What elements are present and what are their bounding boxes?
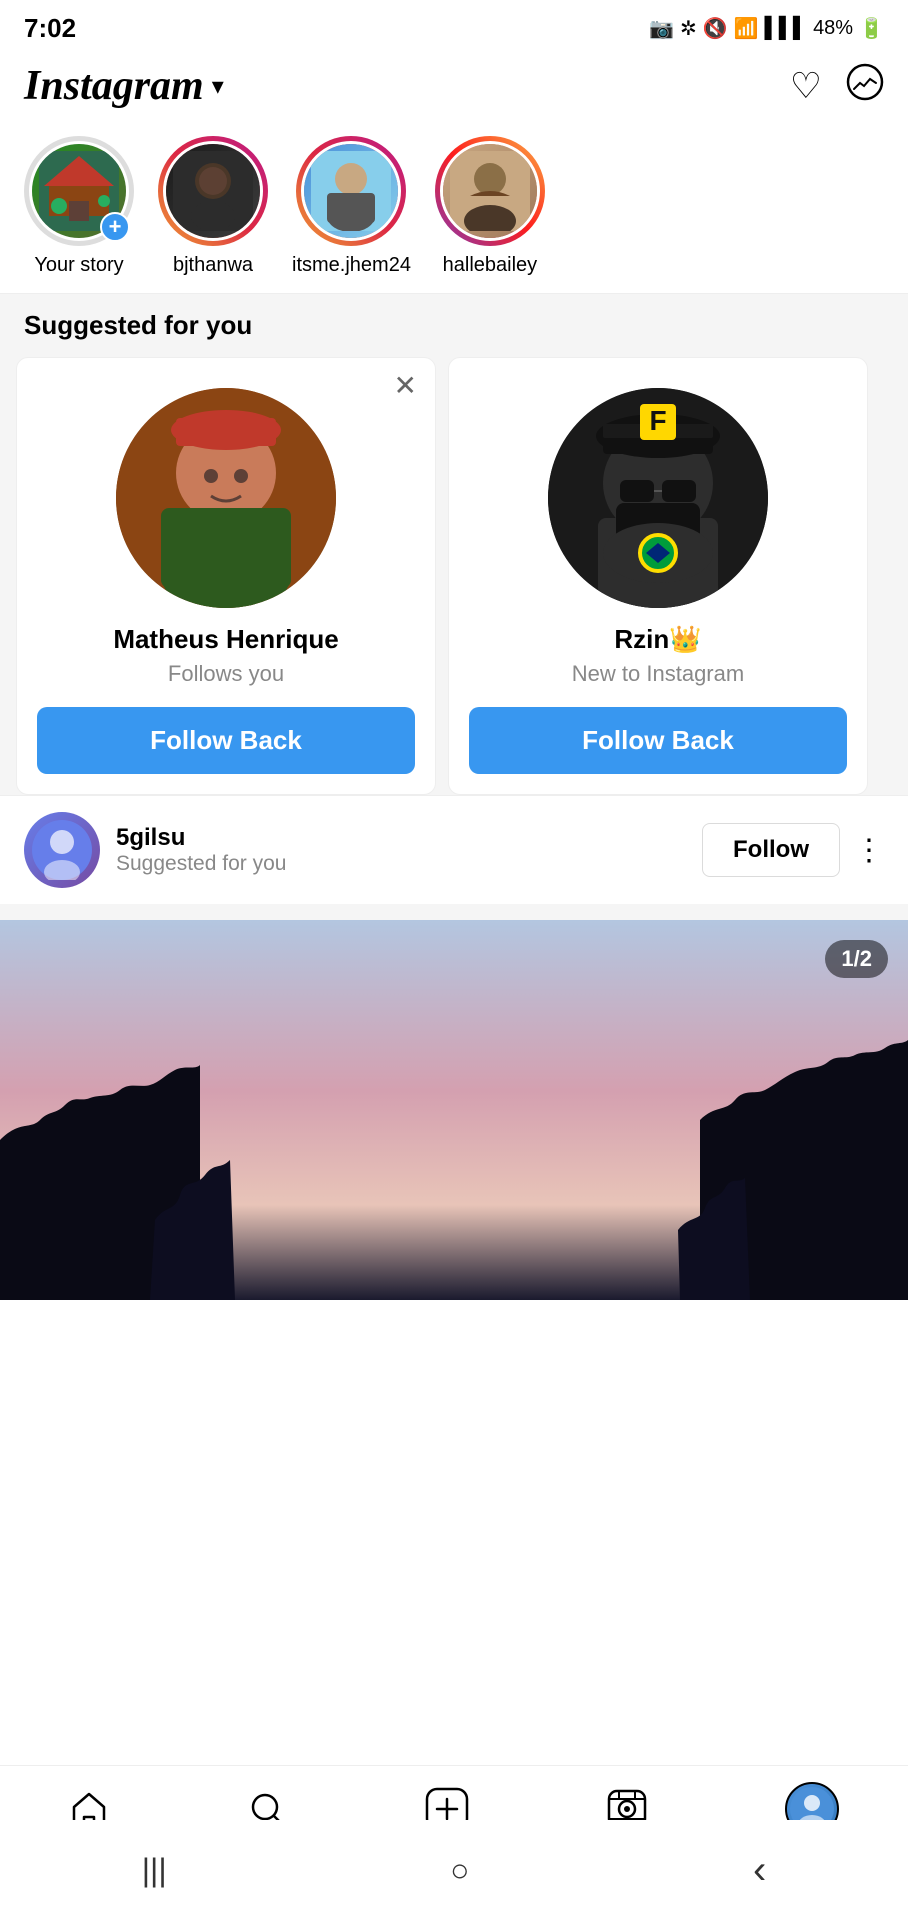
system-nav: ||| ○ ‹ bbox=[0, 1820, 908, 1920]
heart-icon[interactable]: ♡ bbox=[790, 65, 822, 107]
system-home-button[interactable]: ○ bbox=[450, 1852, 469, 1889]
story-ring bbox=[435, 136, 545, 246]
bluetooth-icon: ✲ bbox=[680, 16, 697, 41]
suggested-title: Suggested for you bbox=[0, 310, 908, 357]
matheus-avatar[interactable] bbox=[116, 388, 336, 608]
rzin-sub: New to Instagram bbox=[572, 661, 744, 687]
suggestion-card-rzin: F Rzin👑 bbox=[448, 357, 868, 795]
status-bar: 7:02 📷 ✲ 🔇 📶 ▌▌▌ 48% 🔋 bbox=[0, 0, 908, 52]
user-row-avatar[interactable] bbox=[24, 812, 100, 888]
system-back-button[interactable]: ‹ bbox=[753, 1848, 766, 1893]
story-avatar bbox=[301, 141, 401, 241]
story-label: Your story bbox=[34, 254, 123, 277]
person2-avatar bbox=[304, 144, 398, 238]
mute-icon: 🔇 bbox=[703, 16, 728, 41]
header: Instagram ▾ ♡ bbox=[0, 52, 908, 120]
person3-avatar bbox=[443, 144, 537, 238]
follow-back-matheus-button[interactable]: Follow Back bbox=[37, 707, 415, 774]
story-avatar bbox=[440, 141, 540, 241]
story-your-story[interactable]: + Your story bbox=[24, 136, 134, 277]
story-label: itsme.jhem24 bbox=[292, 254, 411, 277]
story-avatar-wrapper bbox=[435, 136, 545, 246]
story-avatar bbox=[163, 141, 263, 241]
status-icons: 📷 ✲ 🔇 📶 ▌▌▌ 48% 🔋 bbox=[649, 16, 884, 41]
post-counter: 1/2 bbox=[825, 940, 888, 978]
story-itsme-jhem24[interactable]: itsme.jhem24 bbox=[292, 136, 411, 277]
story-avatar-wrapper: + bbox=[24, 136, 134, 246]
user-row-actions: Follow ⋮ bbox=[702, 823, 884, 877]
system-menu-button[interactable]: ||| bbox=[142, 1852, 167, 1889]
follow-button[interactable]: Follow bbox=[702, 823, 840, 877]
suggested-section: Suggested for you ✕ bbox=[0, 294, 908, 920]
close-card-matheus[interactable]: ✕ bbox=[394, 372, 417, 400]
story-ring bbox=[158, 136, 268, 246]
story-bjthanwa[interactable]: bjthanwa bbox=[158, 136, 268, 277]
status-time: 7:02 bbox=[24, 13, 76, 44]
matheus-sub: Follows you bbox=[168, 661, 284, 687]
story-hallebailey[interactable]: hallebailey bbox=[435, 136, 545, 277]
header-icons: ♡ bbox=[790, 63, 884, 110]
svg-text:F: F bbox=[649, 405, 666, 436]
story-avatar-wrapper bbox=[158, 136, 268, 246]
matheus-name: Matheus Henrique bbox=[113, 624, 338, 655]
suggested-user-row: 5gilsu Suggested for you Follow ⋮ bbox=[0, 795, 908, 904]
battery-text: 48% bbox=[813, 17, 853, 40]
rzin-name: Rzin👑 bbox=[614, 624, 701, 655]
stories-container: + Your story bbox=[0, 120, 908, 294]
add-story-button[interactable]: + bbox=[100, 212, 130, 242]
suggestion-card-matheus: ✕ bbox=[16, 357, 436, 795]
user-row-name: 5gilsu bbox=[116, 824, 702, 852]
user-row-info: 5gilsu Suggested for you bbox=[116, 824, 702, 876]
story-label: hallebailey bbox=[443, 254, 538, 277]
rzin-avatar[interactable]: F bbox=[548, 388, 768, 608]
dropdown-icon[interactable]: ▾ bbox=[212, 72, 224, 101]
follow-back-rzin-button[interactable]: Follow Back bbox=[469, 707, 847, 774]
header-logo[interactable]: Instagram ▾ bbox=[24, 62, 224, 110]
story-label: bjthanwa bbox=[173, 254, 253, 277]
suggested-cards: ✕ bbox=[0, 357, 908, 795]
camera-icon: 📷 bbox=[649, 16, 674, 41]
more-options-button[interactable]: ⋮ bbox=[854, 833, 884, 868]
user-row-sub: Suggested for you bbox=[116, 852, 702, 876]
story-avatar-wrapper bbox=[296, 136, 406, 246]
person1-avatar bbox=[166, 144, 260, 238]
messenger-icon[interactable] bbox=[846, 63, 884, 110]
instagram-logo: Instagram bbox=[24, 62, 204, 110]
matheus-avatar-inner bbox=[116, 388, 336, 608]
post-image: 1/2 bbox=[0, 920, 908, 1300]
story-ring bbox=[296, 136, 406, 246]
wifi-icon: 📶 bbox=[734, 16, 759, 41]
battery-icon: 🔋 bbox=[859, 16, 884, 41]
signal-icon: ▌▌▌ bbox=[765, 17, 808, 40]
rzin-avatar-inner: F bbox=[548, 388, 768, 608]
